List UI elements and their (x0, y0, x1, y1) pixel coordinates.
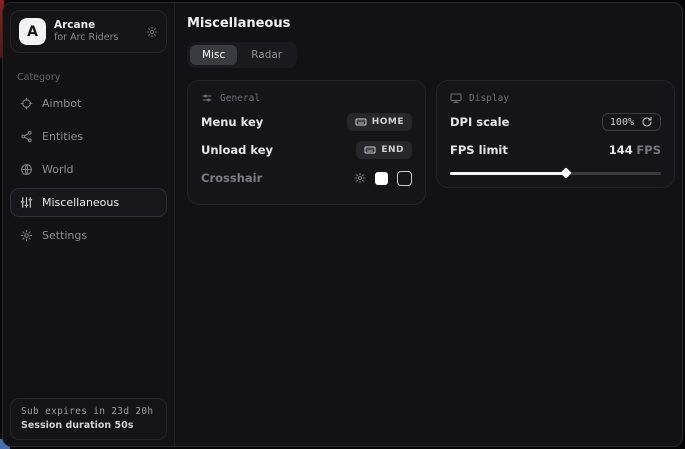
sliders-icon (20, 196, 33, 209)
brand-card: A Arcane for Arc Riders (10, 10, 167, 53)
sidebar-item-aimbot[interactable]: Aimbot (10, 89, 167, 118)
dpi-scale-value: 100% (610, 117, 634, 128)
fps-limit-label: FPS limit (450, 143, 508, 157)
sidebar-item-label: Settings (42, 229, 87, 242)
sidebar-item-settings[interactable]: Settings (10, 221, 167, 250)
unload-key-value: END (381, 145, 404, 155)
unload-key-row: Unload key END (201, 136, 412, 164)
category-label: Category (17, 72, 174, 83)
dpi-scale-label: DPI scale (450, 115, 509, 129)
brand-text: Arcane for Arc Riders (54, 19, 138, 44)
tab-misc[interactable]: Misc (190, 45, 237, 65)
subscription-info: Sub expires in 23d 20h Session duration … (10, 398, 167, 440)
crosshair-icon (20, 97, 33, 110)
tab-radar[interactable]: Radar (239, 45, 294, 65)
crosshair-checkbox[interactable] (397, 171, 412, 186)
crosshair-row: Crosshair (201, 164, 412, 192)
crosshair-settings-gear-icon[interactable] (354, 172, 366, 184)
sidebar-item-entities[interactable]: Entities (10, 122, 167, 151)
keyboard-icon (364, 144, 376, 156)
general-panel: General Menu key HOME (187, 80, 426, 205)
display-panel-header: Display (450, 92, 661, 104)
crosshair-label: Crosshair (201, 171, 262, 185)
general-panel-header: General (201, 92, 412, 104)
main-content: Miscellaneous Misc Radar General (175, 3, 683, 446)
monitor-icon (450, 92, 462, 104)
menu-key-value: HOME (372, 117, 404, 127)
sub-expires-text: Sub expires in 23d 20h (21, 406, 156, 417)
sidebar-item-label: Miscellaneous (42, 196, 119, 209)
brand-logo: A (19, 18, 46, 45)
app-window: A Arcane for Arc Riders Category (2, 2, 683, 447)
panels-row: General Menu key HOME (187, 80, 675, 205)
nodes-icon (20, 130, 33, 143)
unload-key-button[interactable]: END (356, 141, 412, 159)
fps-unit: FPS (636, 143, 661, 157)
dpi-scale-selector[interactable]: 100% (602, 113, 661, 131)
globe-icon (20, 163, 33, 176)
menu-key-label: Menu key (201, 115, 263, 129)
sliders-icon (201, 92, 213, 104)
fps-limit-row: FPS limit 144 FPS (450, 136, 661, 164)
crosshair-color-swatch[interactable] (375, 172, 388, 185)
gear-icon (20, 229, 33, 242)
sidebar-item-world[interactable]: World (10, 155, 167, 184)
sidebar-item-label: World (42, 163, 74, 176)
sidebar-item-label: Aimbot (42, 97, 81, 110)
brand-title: Arcane (54, 19, 138, 32)
refresh-icon (641, 116, 653, 128)
brand-subtitle: for Arc Riders (54, 32, 138, 44)
slider-thumb[interactable] (560, 167, 571, 178)
keyboard-icon (355, 116, 367, 128)
sidebar-item-label: Entities (42, 130, 83, 143)
slider-fill (450, 172, 566, 175)
crosshair-controls (354, 171, 412, 186)
display-panel: Display DPI scale 100% (436, 80, 675, 188)
general-panel-title: General (220, 93, 260, 104)
sidebar-item-miscellaneous[interactable]: Miscellaneous (10, 188, 167, 217)
menu-key-row: Menu key HOME (201, 108, 412, 136)
menu-key-button[interactable]: HOME (347, 113, 412, 131)
sidebar-nav: Aimbot Entities World (3, 87, 174, 252)
fps-limit-value: 144 FPS (609, 143, 661, 157)
display-panel-title: Display (469, 93, 509, 104)
sidebar: A Arcane for Arc Riders Category (3, 3, 175, 446)
dpi-scale-row: DPI scale 100% (450, 108, 661, 136)
fps-limit-slider[interactable] (450, 172, 661, 175)
unload-key-label: Unload key (201, 143, 273, 157)
gear-icon[interactable] (146, 26, 158, 38)
tab-bar: Misc Radar (187, 42, 297, 68)
fps-number: 144 (609, 143, 633, 157)
session-duration-text: Session duration 50s (21, 420, 156, 431)
page-title: Miscellaneous (187, 16, 675, 31)
